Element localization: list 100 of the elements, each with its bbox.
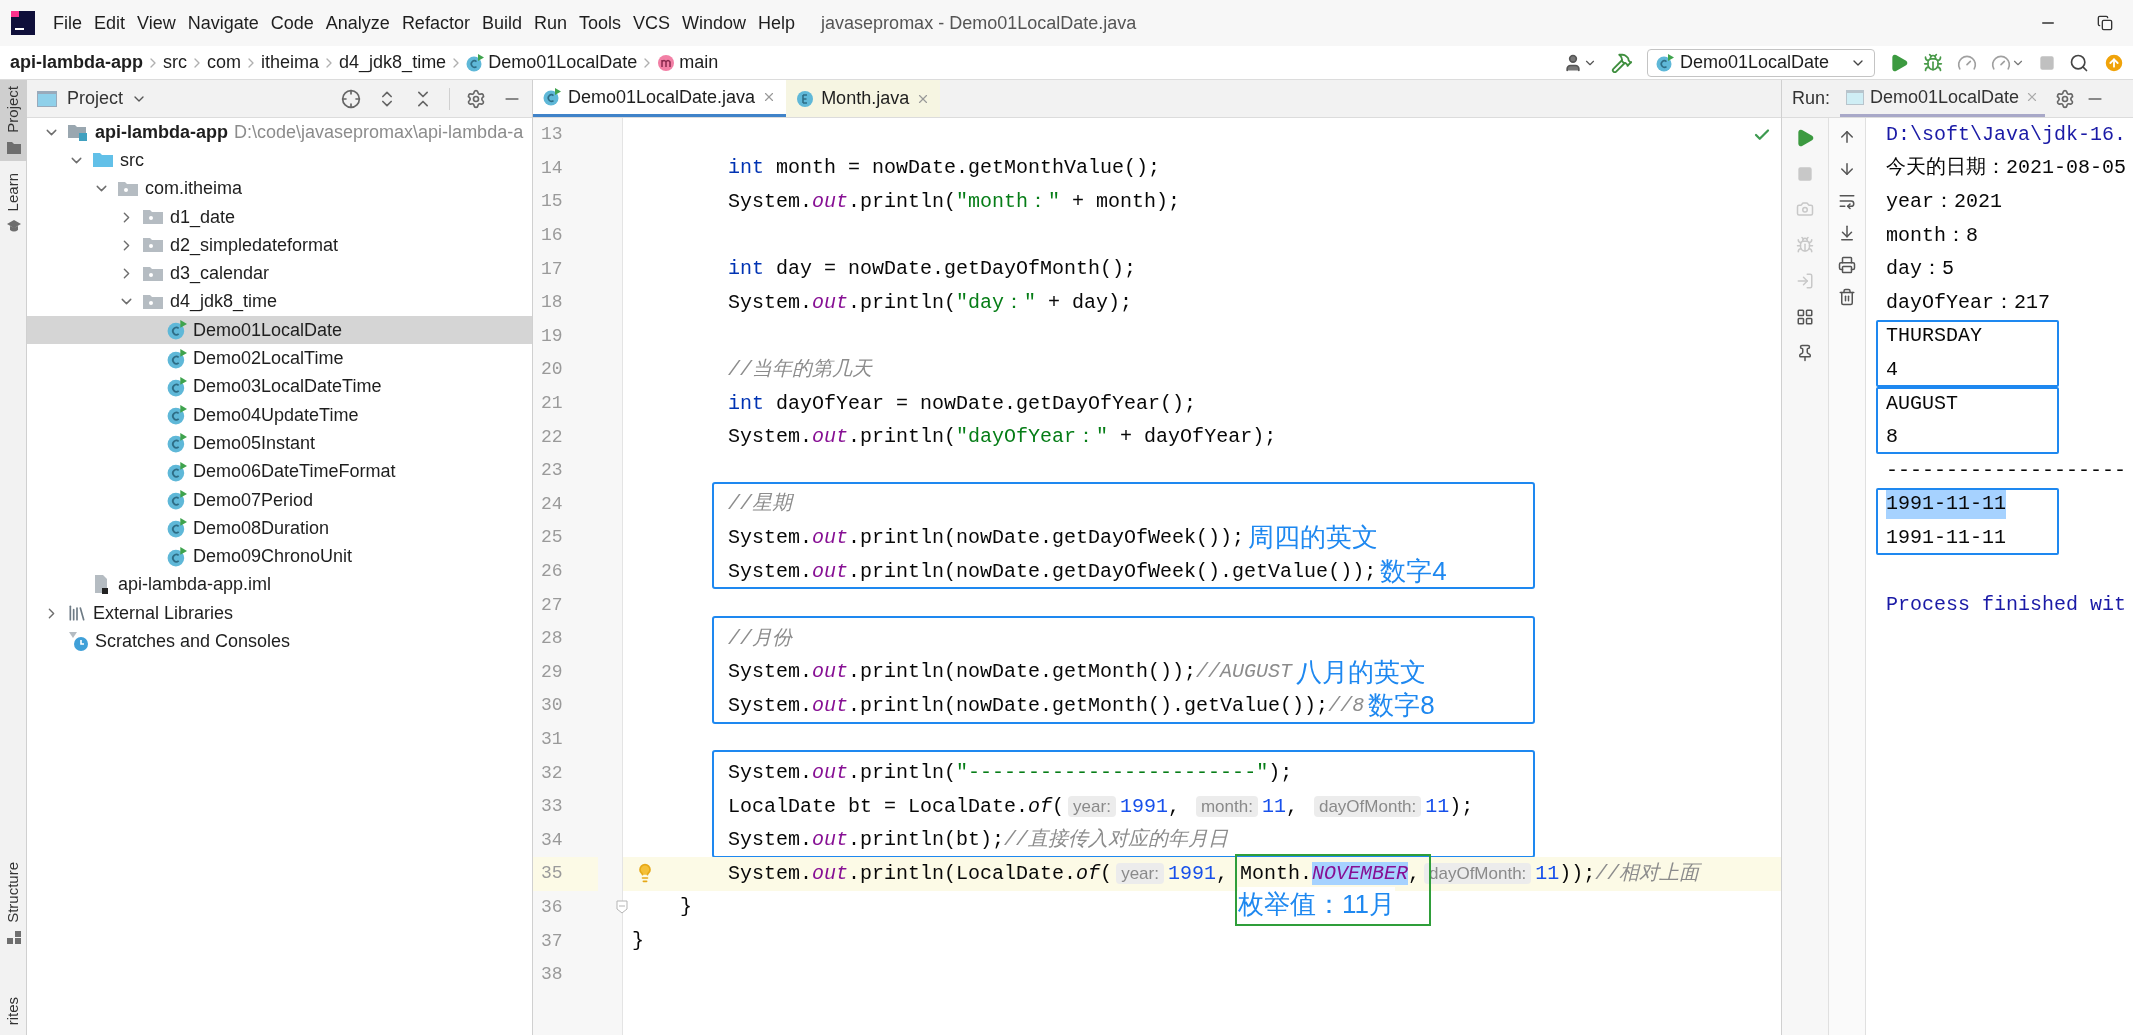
breadcrumb[interactable]: itheima <box>261 49 320 76</box>
menu-item[interactable]: Build <box>475 9 528 37</box>
pin-icon[interactable] <box>1796 344 1814 362</box>
breadcrumb[interactable]: src <box>163 49 187 76</box>
window-icon <box>37 90 57 107</box>
tree-item[interactable]: Demo04UpdateTime <box>27 400 532 430</box>
line-number: 23 <box>541 459 563 483</box>
folder-icon <box>5 140 22 155</box>
editor-tab[interactable]: Demo01LocalDate.java <box>533 80 787 117</box>
code-text: } <box>679 894 692 921</box>
line-number: 18 <box>541 291 563 315</box>
console-line: -------------------- <box>1886 457 2127 484</box>
line-number: 26 <box>541 560 563 583</box>
annotation-note: 数字8 <box>1368 689 1435 723</box>
run-config-dropdown[interactable]: Demo01LocalDate <box>1647 48 1875 77</box>
scroll-to-end-icon[interactable] <box>1838 224 1856 242</box>
tree-item[interactable]: d4_jdk8_time <box>27 287 532 317</box>
menu-item[interactable]: Run <box>527 9 573 37</box>
search-icon[interactable] <box>2069 52 2089 73</box>
scratch-clock-icon <box>67 630 89 653</box>
build-hammer-icon[interactable] <box>1611 51 1633 74</box>
side-tab[interactable]: Learn <box>0 166 27 240</box>
menu-item[interactable]: Refactor <box>395 9 476 37</box>
tree-item[interactable]: External Libraries <box>27 599 532 628</box>
restore-icon[interactable] <box>2097 15 2113 31</box>
tree-item[interactable]: Demo03LocalDateTime <box>27 372 532 401</box>
menu-item[interactable]: Edit <box>88 9 132 37</box>
menu-item[interactable]: Help <box>752 9 802 37</box>
camera-icon <box>1796 200 1814 218</box>
class-icon <box>167 376 187 397</box>
breadcrumb[interactable]: api-lambda-app <box>10 49 143 76</box>
tree-item[interactable]: Scratches and Consoles <box>27 627 532 656</box>
print-icon[interactable] <box>1838 256 1856 274</box>
code-text: LocalDate bt = LocalDate.of( year: 1991, month: 11, dayOfMonth: 11); <box>727 793 1474 820</box>
user-icon[interactable] <box>1563 52 1583 73</box>
line-number: 24 <box>541 492 563 516</box>
code-text: int day = nowDate.getDayOfMonth(); <box>727 256 1137 283</box>
console-line: AUGUST <box>1886 390 1958 417</box>
breadcrumb[interactable]: com <box>207 49 242 76</box>
menu-item[interactable]: Window <box>676 9 753 37</box>
code-text: System.out.println(nowDate.getMonth());//AUGUST <box>727 659 1293 686</box>
code-text: //星期 <box>727 491 793 518</box>
tree-item[interactable]: d3_calendar <box>27 259 532 288</box>
line-number: 27 <box>541 593 563 617</box>
tree-item[interactable]: Demo09ChronoUnit <box>27 542 532 571</box>
tree-item[interactable]: Demo01LocalDate <box>27 316 532 345</box>
run-tab[interactable]: Demo01LocalDate <box>1840 80 2046 117</box>
menu-item[interactable]: Code <box>264 9 320 37</box>
tree-item[interactable]: d1_date <box>27 202 532 232</box>
tree-item[interactable]: d2_simpledateformat <box>27 231 532 260</box>
console-line: 8 <box>1886 424 1898 451</box>
run-icon[interactable] <box>1889 52 1909 73</box>
line-number: 21 <box>541 392 563 416</box>
side-tab[interactable]: Structure <box>0 855 27 951</box>
tree-item[interactable]: com.itheima <box>27 174 532 203</box>
tree-item[interactable]: api-lambda-app.iml <box>27 570 532 600</box>
menu-item[interactable]: Tools <box>572 9 627 37</box>
code-text: //月份 <box>727 625 793 652</box>
trash-icon[interactable] <box>1838 288 1856 306</box>
layout-icon[interactable] <box>1796 308 1814 326</box>
annotation-note: 数字4 <box>1380 555 1447 588</box>
panel-title-dropdown[interactable]: Project <box>67 85 148 112</box>
code-text: System.out.println("dayOfYear：" + dayOfYear); <box>727 424 1277 451</box>
settings-icon[interactable] <box>466 88 486 109</box>
menu-item[interactable]: Analyze <box>319 9 396 37</box>
fold-marker-icon[interactable] <box>616 900 628 915</box>
class-icon <box>543 88 561 106</box>
menu-item[interactable]: View <box>131 9 182 37</box>
graduation-cap-icon <box>5 219 22 234</box>
editor-tab[interactable]: Month.java <box>786 80 941 117</box>
breadcrumb[interactable]: d4_jdk8_time <box>339 49 447 76</box>
line-number: 38 <box>541 963 563 987</box>
tree-item[interactable]: Demo06DateTimeFormat <box>27 457 532 486</box>
debug-bug-icon[interactable] <box>1923 52 1943 73</box>
package-icon <box>142 264 164 283</box>
rerun-icon[interactable] <box>1795 128 1815 148</box>
line-number: 20 <box>541 358 563 382</box>
breadcrumb[interactable]: Demo01LocalDate <box>466 49 638 76</box>
breadcrumb[interactable]: main <box>657 49 719 76</box>
tree-item[interactable]: Demo02LocalTime <box>27 344 532 373</box>
tree-item[interactable]: Demo05Instant <box>27 429 532 458</box>
tree-item[interactable]: src <box>27 146 532 175</box>
tree-item[interactable]: Demo07Period <box>27 485 532 515</box>
soft-wrap-icon[interactable] <box>1838 192 1856 210</box>
tree-item[interactable]: api-lambda-app D:\code\javasepromax\api-lambda-a <box>27 118 532 147</box>
code-text: dayOfMonth: 11));//相对上面 <box>1420 858 1700 889</box>
side-tab[interactable]: Project <box>0 80 27 161</box>
console-line: dayOfYear：217 <box>1886 289 2051 316</box>
structure-icon <box>5 930 22 945</box>
side-tab[interactable]: rites <box>0 990 27 1031</box>
settings-icon[interactable] <box>2055 88 2076 109</box>
tree-item[interactable]: Demo08Duration <box>27 514 532 543</box>
class-icon <box>167 461 187 482</box>
menu-item[interactable]: File <box>47 9 88 37</box>
menu-item[interactable]: VCS <box>627 9 676 37</box>
run-panel-label: Run: <box>1792 87 1831 110</box>
console-line: THURSDAY <box>1886 323 1982 350</box>
locate-crosshair-icon[interactable] <box>341 88 361 109</box>
menu-item[interactable]: Navigate <box>181 9 265 37</box>
down-arrow-icon[interactable] <box>1838 160 1856 178</box>
